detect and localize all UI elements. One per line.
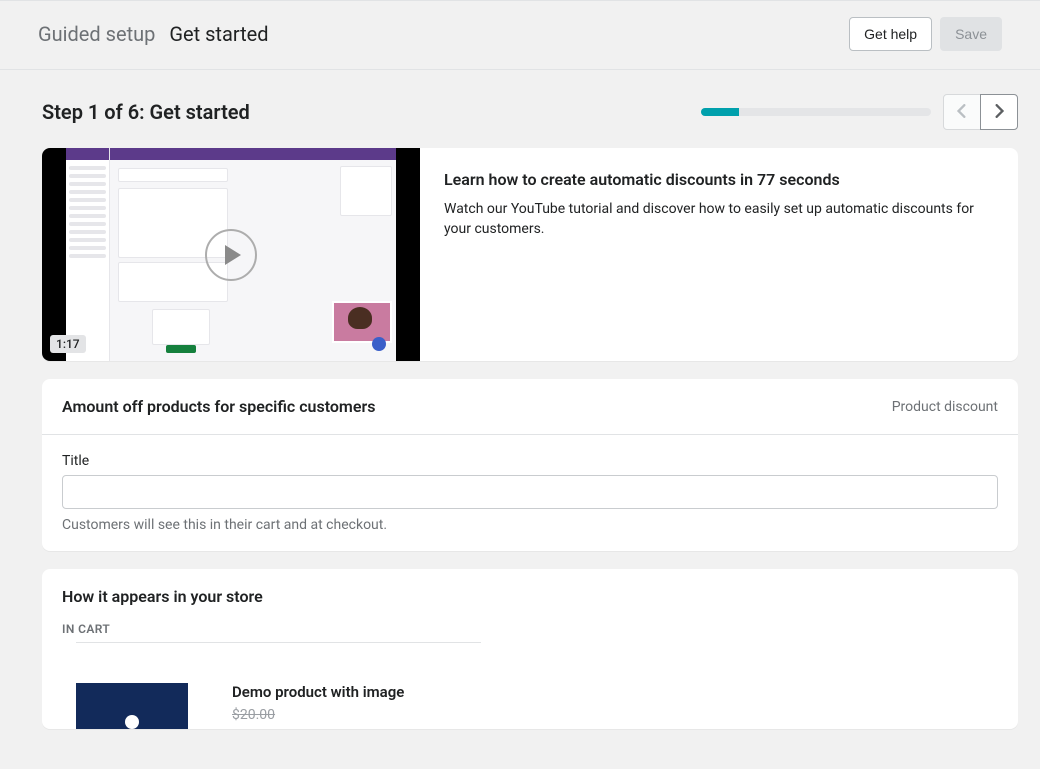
preview-product-name: Demo product with image — [232, 683, 404, 701]
breadcrumb: Guided setup Get started — [38, 22, 269, 46]
preview-heading: How it appears in your store — [62, 587, 998, 606]
discount-type-tag: Product discount — [892, 399, 998, 415]
save-button: Save — [940, 17, 1002, 51]
progress-bar — [701, 108, 931, 116]
breadcrumb-root[interactable]: Guided setup — [38, 22, 155, 46]
title-input[interactable] — [62, 475, 998, 509]
preview-section: How it appears in your store IN CART Dem… — [42, 569, 1018, 729]
preview-card: How it appears in your store IN CART Dem… — [42, 569, 1018, 729]
prev-step-button — [943, 94, 981, 130]
content: Step 1 of 6: Get started — [0, 70, 1040, 729]
chevron-left-icon — [957, 103, 967, 122]
step-row: Step 1 of 6: Get started — [42, 94, 1018, 130]
next-step-button[interactable] — [980, 94, 1018, 130]
video-card: 1:17 Learn how to create automatic disco… — [42, 148, 1018, 361]
preview-group-label: IN CART — [62, 622, 998, 636]
video-thumbnail[interactable]: 1:17 — [42, 148, 420, 361]
discount-form-header: Amount off products for specific custome… — [42, 379, 1018, 435]
discount-title-section: Title Customers will see this in their c… — [42, 435, 1018, 551]
header-actions: Get help Save — [849, 17, 1002, 51]
video-description: Learn how to create automatic discounts … — [420, 148, 1018, 361]
play-icon — [205, 229, 257, 281]
chevron-right-icon — [994, 103, 1004, 122]
video-duration: 1:17 — [50, 335, 86, 353]
discount-form-heading: Amount off products for specific custome… — [62, 397, 375, 416]
step-nav — [943, 94, 1018, 130]
title-label: Title — [62, 453, 998, 469]
step-title: Step 1 of 6: Get started — [42, 100, 250, 124]
progress-fill — [701, 108, 739, 116]
preview-original-price: $20.00 — [232, 707, 404, 723]
preview-cart-item: Demo product with image $20.00 — [62, 683, 998, 729]
preview-product-info: Demo product with image $20.00 — [232, 683, 404, 723]
discount-form-card: Amount off products for specific custome… — [42, 379, 1018, 551]
step-controls — [701, 94, 1018, 130]
topbar: Guided setup Get started Get help Save — [0, 0, 1040, 70]
preview-product-image — [76, 683, 188, 729]
breadcrumb-current: Get started — [169, 22, 268, 46]
video-title: Learn how to create automatic discounts … — [444, 170, 994, 189]
title-help-text: Customers will see this in their cart an… — [62, 517, 998, 533]
video-card-body: 1:17 Learn how to create automatic disco… — [42, 148, 1018, 361]
video-description-text: Watch our YouTube tutorial and discover … — [444, 199, 994, 240]
divider — [76, 642, 481, 643]
get-help-button[interactable]: Get help — [849, 17, 932, 51]
